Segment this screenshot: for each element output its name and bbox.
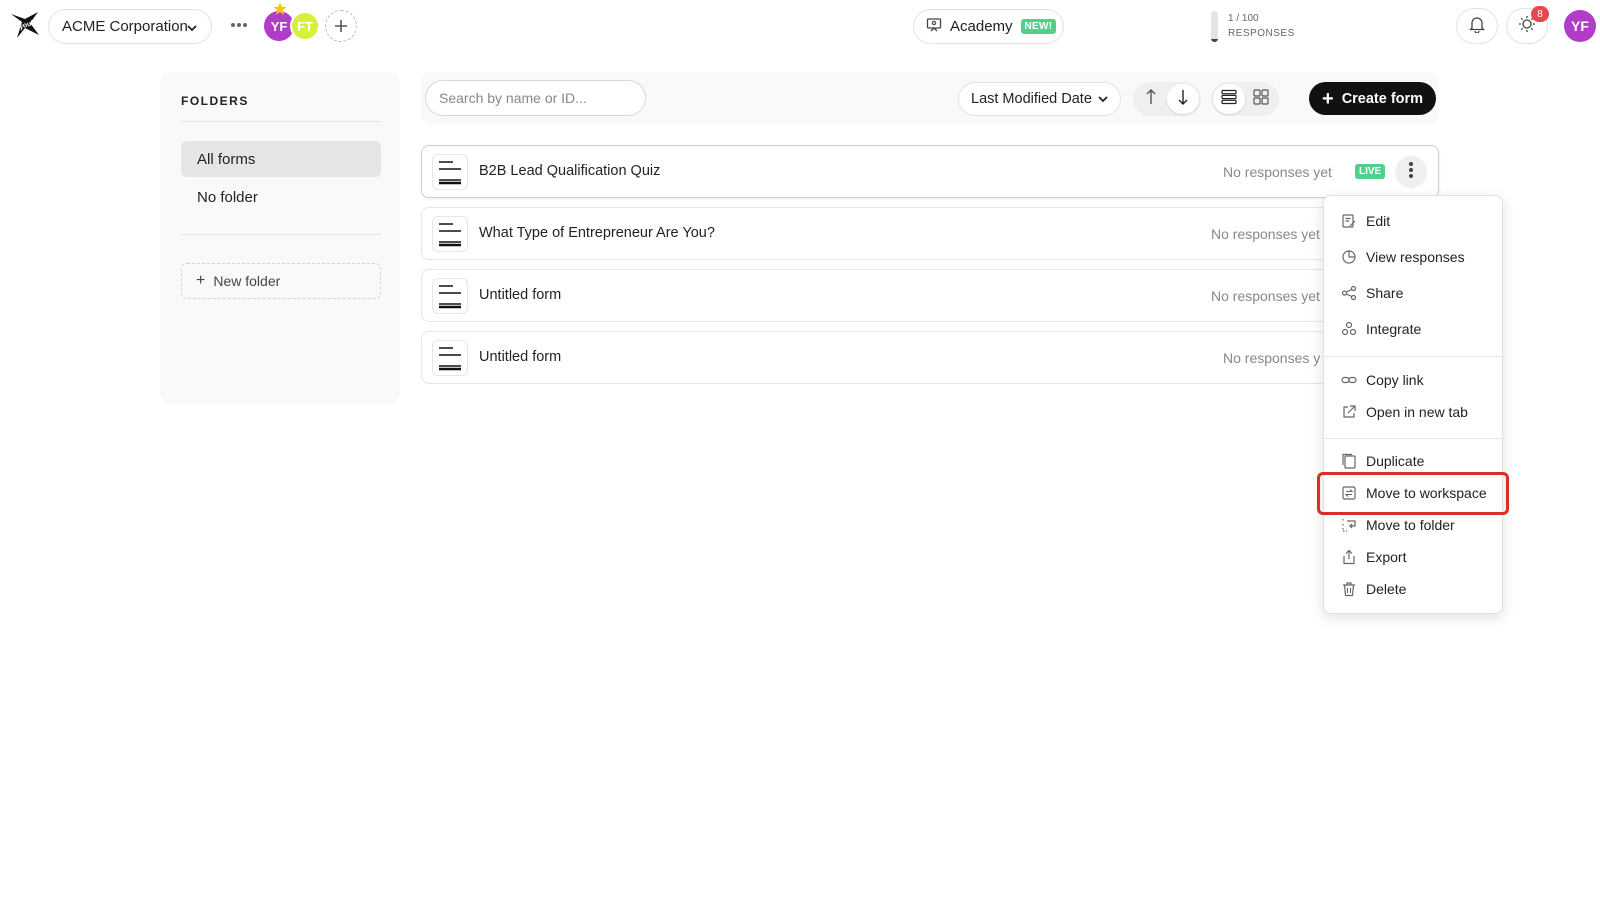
sort-direction-toggle: [1133, 82, 1201, 116]
menu-item-integrate[interactable]: Integrate: [1325, 315, 1503, 343]
list-view-icon: [1221, 89, 1237, 110]
trash-icon: [1341, 581, 1357, 597]
sort-descending-button[interactable]: [1167, 84, 1199, 114]
edit-icon: [1341, 213, 1357, 229]
form-row[interactable]: Untitled form No responses y: [421, 331, 1439, 384]
form-icon: [432, 154, 468, 190]
add-member-button[interactable]: [325, 10, 357, 42]
live-badge: LIVE: [1355, 164, 1386, 179]
menu-item-move-to-workspace[interactable]: Move to workspace: [1325, 479, 1503, 507]
form-row[interactable]: What Type of Entrepreneur Are You? No re…: [421, 207, 1439, 260]
menu-item-copy-link[interactable]: Copy link: [1325, 366, 1503, 394]
form-icon: [432, 278, 468, 314]
chevron-down-icon: [1097, 93, 1109, 109]
chevron-down-icon: [186, 21, 198, 38]
menu-divider: [1324, 356, 1502, 357]
menu-item-open-new-tab[interactable]: Open in new tab: [1325, 398, 1503, 426]
create-form-button[interactable]: + Create form: [1309, 82, 1436, 115]
folder-item-no-folder[interactable]: No folder: [181, 179, 381, 215]
member-avatar-ft[interactable]: FT: [290, 11, 320, 41]
workspace-selector[interactable]: ACME Corporation: [48, 9, 212, 44]
sort-ascending-button[interactable]: [1135, 84, 1167, 114]
academy-button[interactable]: Academy NEW!: [913, 9, 1064, 44]
divider: [181, 234, 381, 235]
move-folder-icon: [1341, 517, 1357, 533]
menu-item-move-to-folder[interactable]: Move to folder: [1325, 511, 1503, 539]
workspace-name: ACME Corporation: [62, 18, 188, 35]
sort-field-label: Last Modified Date: [971, 91, 1092, 107]
form-responses: No responses yet: [1211, 288, 1320, 304]
usage-unit: RESPONSES: [1228, 28, 1295, 39]
form-row[interactable]: B2B Lead Qualification Quiz No responses…: [421, 145, 1439, 198]
integrate-icon: [1341, 321, 1357, 337]
notifications-button[interactable]: [1456, 8, 1498, 44]
bell-icon: [1468, 15, 1486, 38]
top-bar: you! ACME Corporation YF FT Academy NEW!…: [0, 0, 1600, 54]
form-icon: [432, 216, 468, 252]
folders-heading: FOLDERS: [181, 94, 249, 108]
form-responses: No responses yet: [1223, 164, 1332, 180]
sort-field-select[interactable]: Last Modified Date: [958, 82, 1121, 116]
export-icon: [1341, 549, 1357, 565]
folder-item-all-forms[interactable]: All forms: [181, 141, 381, 177]
divider: [181, 121, 381, 122]
view-mode-toggle: [1211, 82, 1279, 116]
usage-bar: [1211, 11, 1218, 42]
notification-count-badge: 8: [1531, 6, 1549, 22]
menu-divider: [1324, 438, 1502, 439]
move-workspace-icon: [1341, 485, 1357, 501]
external-link-icon: [1341, 404, 1357, 420]
form-responses: No responses yet: [1211, 226, 1320, 242]
star-icon: [273, 2, 287, 16]
user-avatar[interactable]: YF: [1564, 10, 1596, 42]
menu-item-delete[interactable]: Delete: [1325, 575, 1503, 603]
new-badge: NEW!: [1020, 19, 1057, 34]
kebab-icon: [1408, 161, 1414, 184]
plus-icon: +: [1322, 87, 1334, 110]
form-options-button[interactable]: [1395, 156, 1427, 188]
app-logo[interactable]: you!: [8, 8, 42, 42]
form-options-menu: Edit View responses Share Integrate Copy…: [1323, 195, 1503, 614]
link-icon: [1341, 372, 1357, 388]
plus-icon: +: [196, 272, 206, 289]
list-view-button[interactable]: [1213, 84, 1245, 114]
usage-bar-fill: [1211, 38, 1218, 42]
grid-view-icon: [1253, 88, 1269, 110]
form-name: B2B Lead Qualification Quiz: [479, 163, 661, 179]
menu-item-view-responses[interactable]: View responses: [1325, 243, 1503, 271]
arrow-up-icon: [1145, 88, 1157, 111]
arrow-down-icon: [1177, 88, 1189, 111]
duplicate-icon: [1341, 453, 1357, 469]
chart-icon: [1341, 249, 1357, 265]
forms-toolbar: Last Modified Date + C: [421, 72, 1439, 124]
form-icon: [432, 340, 468, 376]
form-row[interactable]: Untitled form No responses yet: [421, 269, 1439, 322]
menu-item-edit[interactable]: Edit: [1325, 207, 1503, 235]
grid-view-button[interactable]: [1245, 84, 1277, 114]
academy-label: Academy: [950, 18, 1013, 35]
share-icon: [1341, 285, 1357, 301]
new-folder-button[interactable]: + New folder: [181, 263, 381, 299]
form-name: Untitled form: [479, 287, 562, 303]
folders-sidebar: FOLDERS All forms No folder + New folder: [160, 72, 400, 404]
menu-item-export[interactable]: Export: [1325, 543, 1503, 571]
search-input[interactable]: [425, 80, 646, 116]
form-responses: No responses y: [1223, 350, 1321, 366]
form-name: Untitled form: [479, 349, 562, 365]
menu-item-share[interactable]: Share: [1325, 279, 1503, 307]
academy-icon: [926, 17, 942, 37]
menu-item-duplicate[interactable]: Duplicate: [1325, 447, 1503, 475]
usage-count: 1 / 100: [1228, 13, 1259, 24]
more-options-button[interactable]: [228, 14, 250, 36]
form-name: What Type of Entrepreneur Are You?: [479, 225, 715, 241]
